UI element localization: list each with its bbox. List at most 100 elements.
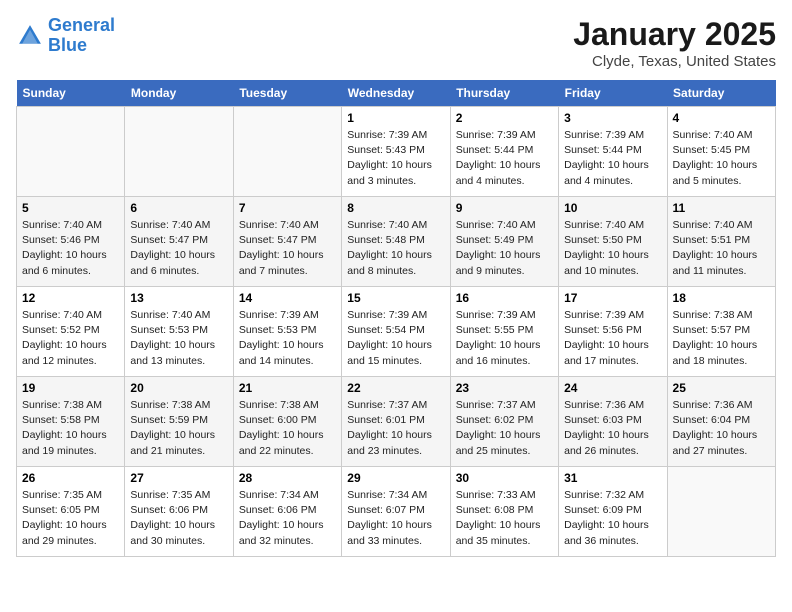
day-number: 29	[347, 471, 444, 485]
day-info: Sunrise: 7:36 AMSunset: 6:04 PMDaylight:…	[673, 398, 770, 459]
weekday-header-tuesday: Tuesday	[233, 80, 341, 107]
day-number: 30	[456, 471, 553, 485]
day-info: Sunrise: 7:40 AMSunset: 5:53 PMDaylight:…	[130, 308, 227, 369]
day-info: Sunrise: 7:35 AMSunset: 6:06 PMDaylight:…	[130, 488, 227, 549]
week-row-2: 5 Sunrise: 7:40 AMSunset: 5:46 PMDaylight…	[17, 197, 776, 287]
calendar-title: January 2025	[573, 16, 776, 53]
day-info: Sunrise: 7:39 AMSunset: 5:54 PMDaylight:…	[347, 308, 444, 369]
day-cell: 3 Sunrise: 7:39 AMSunset: 5:44 PMDaylight…	[559, 107, 667, 197]
logo: General Blue	[16, 16, 115, 56]
day-cell: 15 Sunrise: 7:39 AMSunset: 5:54 PMDayligh…	[342, 287, 450, 377]
day-info: Sunrise: 7:32 AMSunset: 6:09 PMDaylight:…	[564, 488, 661, 549]
day-cell: 25 Sunrise: 7:36 AMSunset: 6:04 PMDayligh…	[667, 377, 775, 467]
day-cell: 30 Sunrise: 7:33 AMSunset: 6:08 PMDayligh…	[450, 467, 558, 557]
day-info: Sunrise: 7:34 AMSunset: 6:06 PMDaylight:…	[239, 488, 336, 549]
logo-icon	[16, 22, 44, 50]
day-info: Sunrise: 7:39 AMSunset: 5:44 PMDaylight:…	[564, 128, 661, 189]
weekday-header-row: SundayMondayTuesdayWednesdayThursdayFrid…	[17, 80, 776, 107]
day-info: Sunrise: 7:38 AMSunset: 6:00 PMDaylight:…	[239, 398, 336, 459]
day-number: 3	[564, 111, 661, 125]
day-number: 2	[456, 111, 553, 125]
day-cell: 26 Sunrise: 7:35 AMSunset: 6:05 PMDayligh…	[17, 467, 125, 557]
day-number: 6	[130, 201, 227, 215]
calendar-subtitle: Clyde, Texas, United States	[573, 53, 776, 70]
day-cell: 21 Sunrise: 7:38 AMSunset: 6:00 PMDayligh…	[233, 377, 341, 467]
day-info: Sunrise: 7:40 AMSunset: 5:49 PMDaylight:…	[456, 218, 553, 279]
day-number: 18	[673, 291, 770, 305]
day-number: 15	[347, 291, 444, 305]
day-cell: 17Sunrise: 7:39 AMSunset: 5:56 PMDayligh…	[559, 287, 667, 377]
day-cell: 6 Sunrise: 7:40 AMSunset: 5:47 PMDaylight…	[125, 197, 233, 287]
day-info: Sunrise: 7:33 AMSunset: 6:08 PMDaylight:…	[456, 488, 553, 549]
day-cell: 22Sunrise: 7:37 AMSunset: 6:01 PMDayligh…	[342, 377, 450, 467]
day-number: 17	[564, 291, 661, 305]
day-cell: 11 Sunrise: 7:40 AMSunset: 5:51 PMDayligh…	[667, 197, 775, 287]
day-number: 11	[673, 201, 770, 215]
day-cell: 16Sunrise: 7:39 AMSunset: 5:55 PMDayligh…	[450, 287, 558, 377]
day-number: 14	[239, 291, 336, 305]
logo-line1: General	[48, 15, 115, 35]
day-info: Sunrise: 7:40 AMSunset: 5:47 PMDaylight:…	[130, 218, 227, 279]
day-number: 10	[564, 201, 661, 215]
day-number: 12	[22, 291, 119, 305]
day-info: Sunrise: 7:39 AMSunset: 5:55 PMDaylight:…	[456, 308, 553, 369]
day-number: 7	[239, 201, 336, 215]
day-cell: 1 Sunrise: 7:39 AMSunset: 5:43 PMDaylight…	[342, 107, 450, 197]
day-info: Sunrise: 7:34 AMSunset: 6:07 PMDaylight:…	[347, 488, 444, 549]
day-info: Sunrise: 7:39 AMSunset: 5:53 PMDaylight:…	[239, 308, 336, 369]
day-number: 21	[239, 381, 336, 395]
title-area: January 2025 Clyde, Texas, United States	[573, 16, 776, 70]
day-info: Sunrise: 7:39 AMSunset: 5:43 PMDaylight:…	[347, 128, 444, 189]
week-row-4: 19 Sunrise: 7:38 AMSunset: 5:58 PMDayligh…	[17, 377, 776, 467]
day-cell	[667, 467, 775, 557]
day-cell: 7 Sunrise: 7:40 AMSunset: 5:47 PMDaylight…	[233, 197, 341, 287]
day-number: 26	[22, 471, 119, 485]
week-row-5: 26 Sunrise: 7:35 AMSunset: 6:05 PMDayligh…	[17, 467, 776, 557]
day-cell: 18 Sunrise: 7:38 AMSunset: 5:57 PMDayligh…	[667, 287, 775, 377]
day-cell: 29 Sunrise: 7:34 AMSunset: 6:07 PMDayligh…	[342, 467, 450, 557]
day-cell: 12 Sunrise: 7:40 AMSunset: 5:52 PMDayligh…	[17, 287, 125, 377]
day-info: Sunrise: 7:40 AMSunset: 5:52 PMDaylight:…	[22, 308, 119, 369]
day-info: Sunrise: 7:40 AMSunset: 5:51 PMDaylight:…	[673, 218, 770, 279]
day-info: Sunrise: 7:40 AMSunset: 5:45 PMDaylight:…	[673, 128, 770, 189]
day-number: 19	[22, 381, 119, 395]
day-info: Sunrise: 7:37 AMSunset: 6:02 PMDaylight:…	[456, 398, 553, 459]
weekday-header-monday: Monday	[125, 80, 233, 107]
day-info: Sunrise: 7:40 AMSunset: 5:46 PMDaylight:…	[22, 218, 119, 279]
day-cell	[125, 107, 233, 197]
day-info: Sunrise: 7:38 AMSunset: 5:59 PMDaylight:…	[130, 398, 227, 459]
day-cell: 27 Sunrise: 7:35 AMSunset: 6:06 PMDayligh…	[125, 467, 233, 557]
weekday-header-wednesday: Wednesday	[342, 80, 450, 107]
day-info: Sunrise: 7:38 AMSunset: 5:57 PMDaylight:…	[673, 308, 770, 369]
day-cell: 9 Sunrise: 7:40 AMSunset: 5:49 PMDaylight…	[450, 197, 558, 287]
weekday-header-friday: Friday	[559, 80, 667, 107]
day-info: Sunrise: 7:36 AMSunset: 6:03 PMDaylight:…	[564, 398, 661, 459]
day-info: Sunrise: 7:35 AMSunset: 6:05 PMDaylight:…	[22, 488, 119, 549]
day-cell: 31 Sunrise: 7:32 AMSunset: 6:09 PMDayligh…	[559, 467, 667, 557]
day-number: 9	[456, 201, 553, 215]
day-number: 23	[456, 381, 553, 395]
week-row-3: 12 Sunrise: 7:40 AMSunset: 5:52 PMDayligh…	[17, 287, 776, 377]
day-info: Sunrise: 7:40 AMSunset: 5:47 PMDaylight:…	[239, 218, 336, 279]
day-number: 27	[130, 471, 227, 485]
day-info: Sunrise: 7:40 AMSunset: 5:48 PMDaylight:…	[347, 218, 444, 279]
day-number: 5	[22, 201, 119, 215]
day-number: 25	[673, 381, 770, 395]
day-cell: 20Sunrise: 7:38 AMSunset: 5:59 PMDayligh…	[125, 377, 233, 467]
day-cell	[17, 107, 125, 197]
day-cell: 2Sunrise: 7:39 AMSunset: 5:44 PMDaylight…	[450, 107, 558, 197]
week-row-1: 1 Sunrise: 7:39 AMSunset: 5:43 PMDaylight…	[17, 107, 776, 197]
day-number: 1	[347, 111, 444, 125]
day-number: 24	[564, 381, 661, 395]
day-cell: 4 Sunrise: 7:40 AMSunset: 5:45 PMDaylight…	[667, 107, 775, 197]
header: General Blue January 2025 Clyde, Texas, …	[16, 16, 776, 70]
day-number: 4	[673, 111, 770, 125]
day-cell: 8Sunrise: 7:40 AMSunset: 5:48 PMDaylight…	[342, 197, 450, 287]
day-number: 13	[130, 291, 227, 305]
logo-text: General Blue	[48, 16, 115, 56]
day-info: Sunrise: 7:38 AMSunset: 5:58 PMDaylight:…	[22, 398, 119, 459]
day-cell: 28Sunrise: 7:34 AMSunset: 6:06 PMDayligh…	[233, 467, 341, 557]
day-number: 31	[564, 471, 661, 485]
day-cell: 23 Sunrise: 7:37 AMSunset: 6:02 PMDayligh…	[450, 377, 558, 467]
day-cell: 24 Sunrise: 7:36 AMSunset: 6:03 PMDayligh…	[559, 377, 667, 467]
